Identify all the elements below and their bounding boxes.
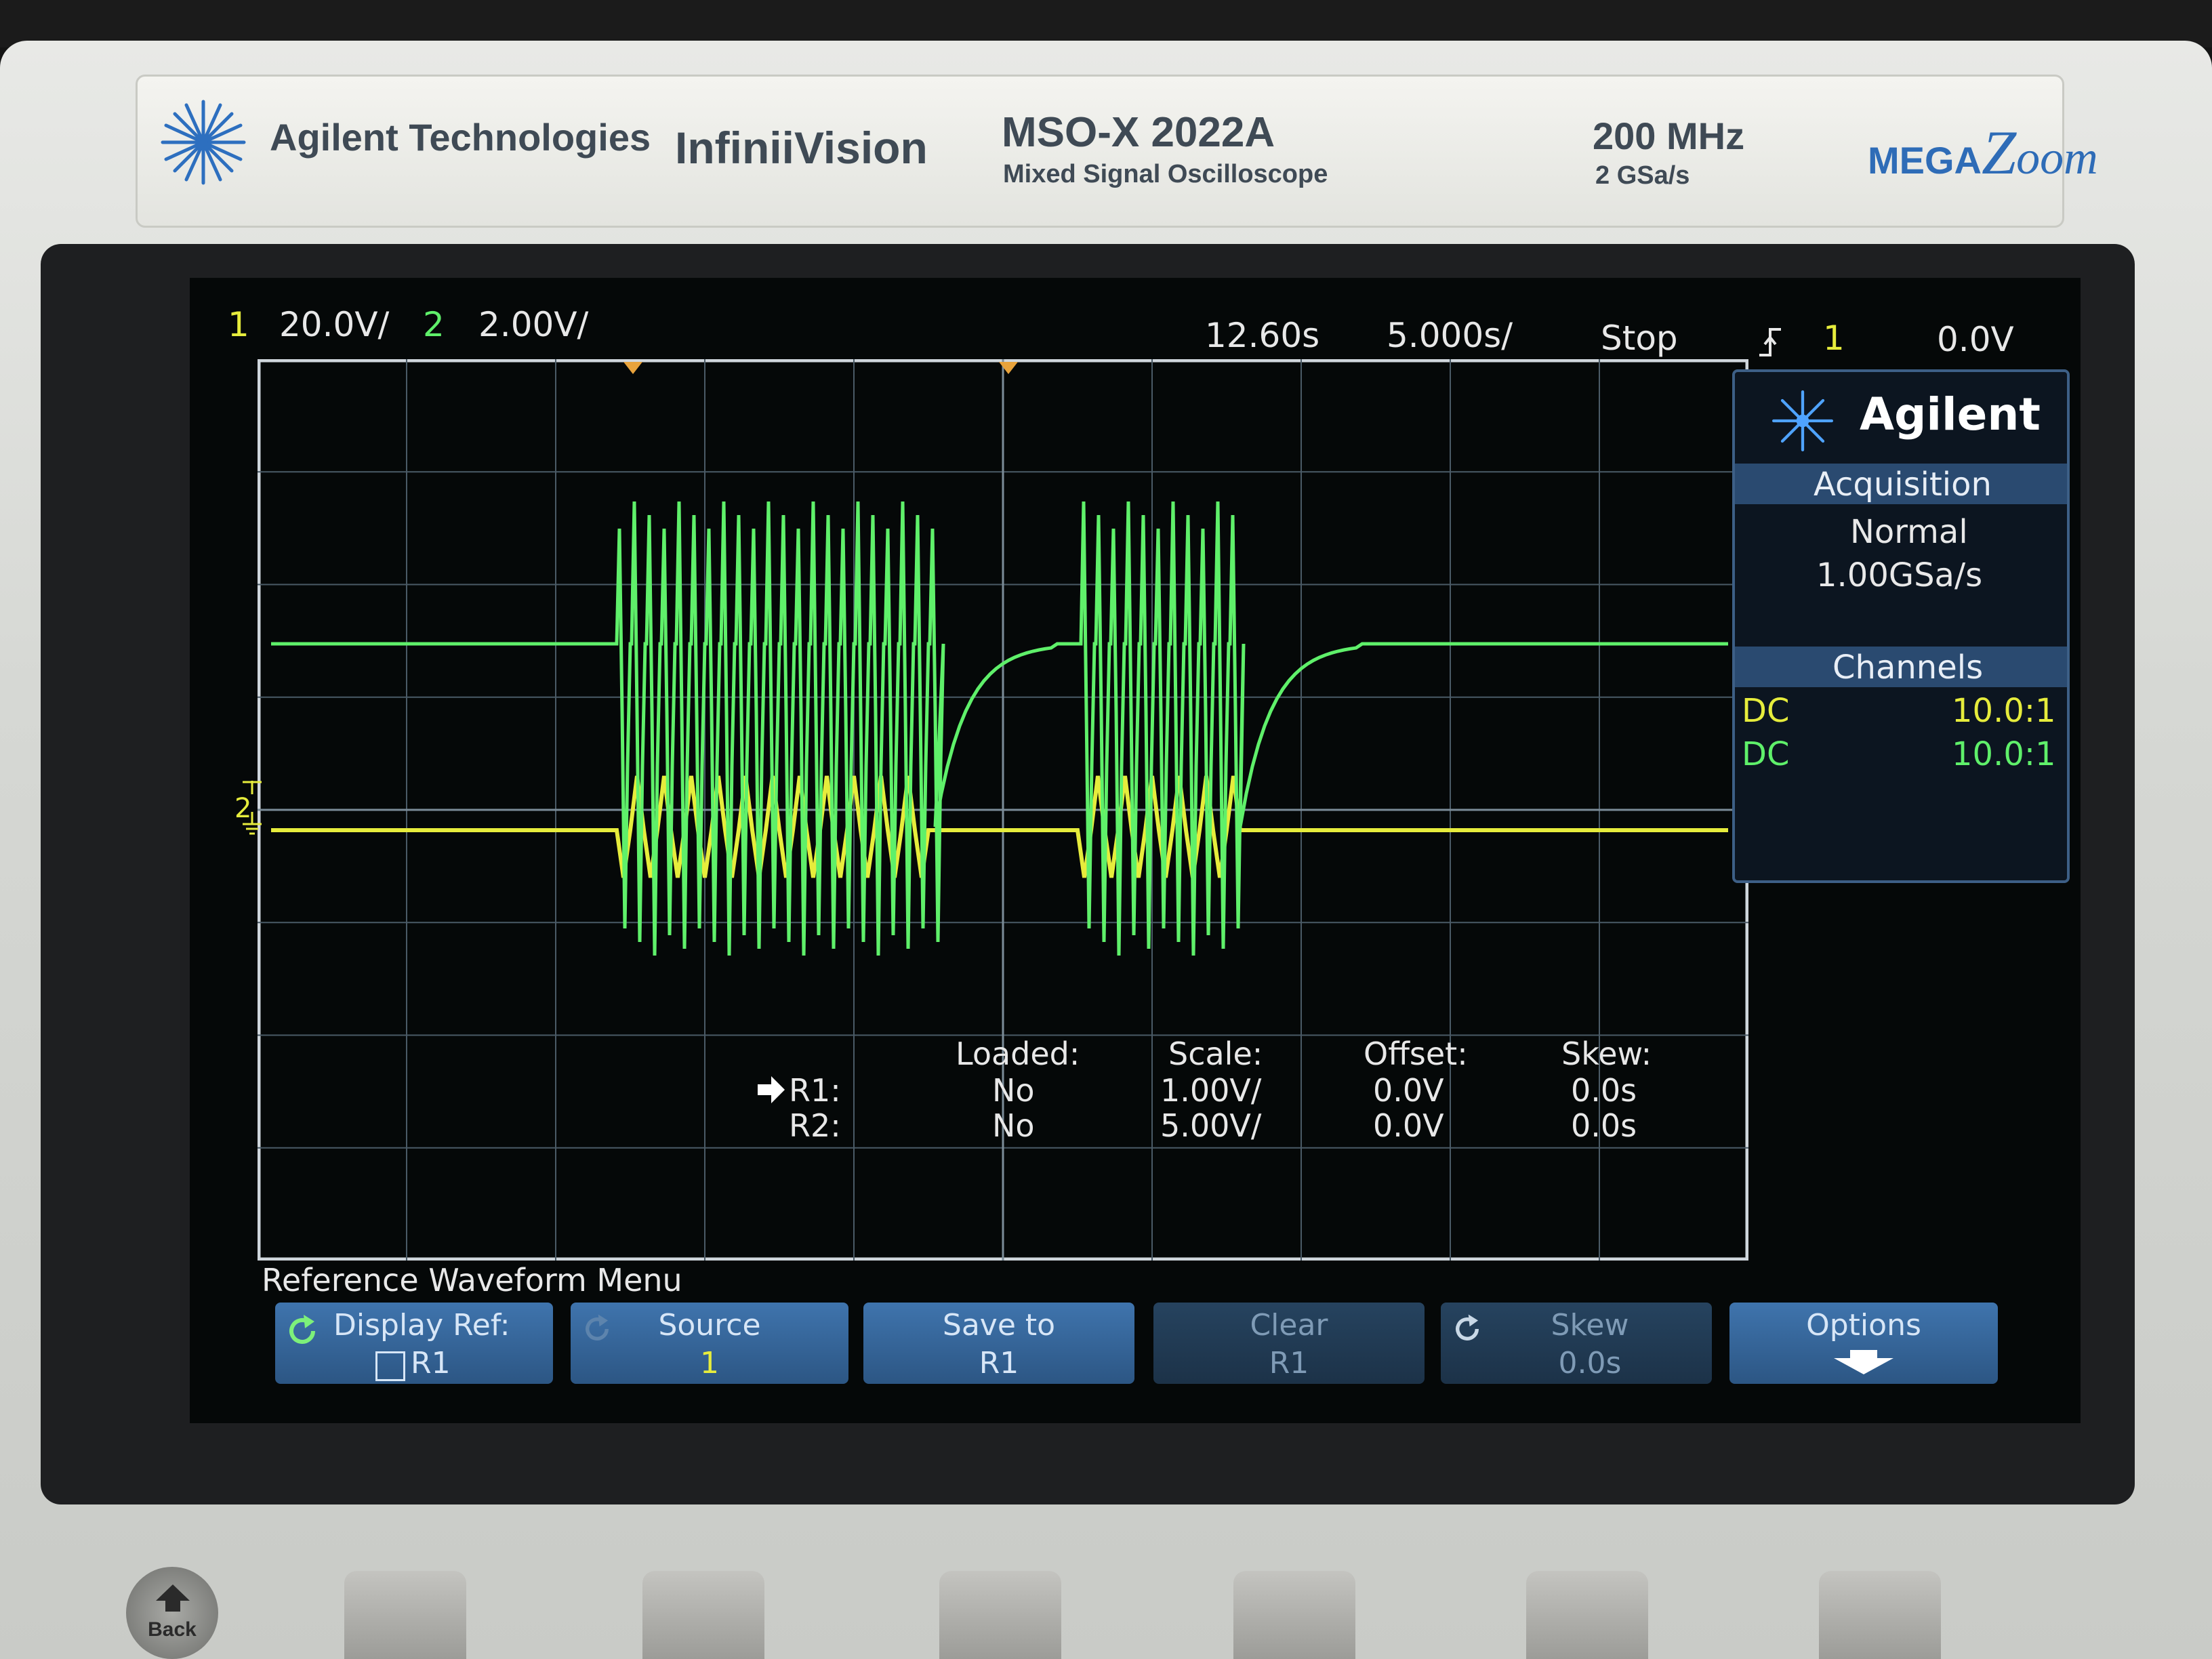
ref-row-r1-name[interactable]: R1: xyxy=(789,1072,841,1109)
softkey-source-value: 1 xyxy=(700,1346,719,1380)
megazoom-z: Z xyxy=(1982,118,2017,187)
hardware-softkey-2[interactable] xyxy=(642,1571,764,1659)
ref-header-offset: Offset: xyxy=(1364,1036,1468,1072)
info-side-panel: Agilent Acquisition Normal 1.00GSa/s Cha… xyxy=(1732,369,2070,883)
run-state[interactable]: Stop xyxy=(1601,319,1678,358)
softkey-options[interactable]: Options xyxy=(1729,1303,1998,1384)
bandwidth-label: 200 MHz xyxy=(1593,115,1745,157)
series-name: InfiniiVision xyxy=(675,123,928,173)
ch1-number: 1 xyxy=(228,305,249,344)
ground-reference-icon xyxy=(243,781,262,835)
hardware-softkey-6[interactable] xyxy=(1819,1571,1941,1659)
softkey-source[interactable]: Source 1 xyxy=(571,1303,848,1384)
acquisition-rate: 1.00GSa/s xyxy=(1816,556,1983,594)
arrow-up-icon xyxy=(156,1584,190,1612)
softkey-display-ref[interactable]: Display Ref: R1 xyxy=(275,1303,553,1384)
arrow-down-icon xyxy=(1834,1350,1893,1374)
display-ref-checkbox[interactable] xyxy=(375,1351,405,1381)
ref-row-r1-scale: 1.00V/ xyxy=(1160,1072,1262,1109)
model-description: Mixed Signal Oscilloscope xyxy=(1003,160,1328,188)
softkey-display-ref-value: R1 xyxy=(411,1346,451,1380)
softkey-save-to-value: R1 xyxy=(979,1346,1019,1380)
megazoom-mega: MEGA xyxy=(1868,139,1982,182)
trigger-level[interactable]: 0.0V xyxy=(1937,320,2014,359)
megazoom-logo: MEGAZoom xyxy=(1868,117,2098,188)
ref-row-r2-scale: 5.00V/ xyxy=(1160,1107,1262,1144)
ref-header-loaded: Loaded: xyxy=(956,1036,1080,1072)
softkey-clear[interactable]: Clear R1 xyxy=(1153,1303,1425,1384)
softkey-clear-value: R1 xyxy=(1269,1346,1309,1380)
hardware-softkey-1[interactable] xyxy=(344,1571,466,1659)
time-position[interactable]: 12.60s xyxy=(1205,316,1319,355)
back-button-label: Back xyxy=(148,1618,197,1641)
model-name: MSO-X 2022A xyxy=(1002,109,1275,156)
ch1-probe: 10.0:1 xyxy=(1952,692,2056,730)
back-button[interactable] xyxy=(126,1567,218,1659)
agilent-spark-small-icon xyxy=(1772,390,1833,451)
megazoom-oom: oom xyxy=(2016,132,2098,184)
acquisition-title: Acquisition xyxy=(1814,466,1992,504)
softkey-save-to[interactable]: Save to R1 xyxy=(863,1303,1134,1384)
hardware-softkey-3[interactable] xyxy=(939,1571,1061,1659)
delay-center-marker xyxy=(999,362,1018,374)
rotate-knob-icon xyxy=(289,1315,315,1344)
ch2-probe: 10.0:1 xyxy=(1952,735,2056,773)
menu-title: Reference Waveform Menu xyxy=(262,1262,682,1298)
ch2-number: 2 xyxy=(423,305,445,344)
softkey-options-label: Options xyxy=(1806,1308,1921,1343)
ref-row-r2-skew: 0.0s xyxy=(1571,1107,1637,1144)
ref-row-r2-name[interactable]: R2: xyxy=(789,1107,841,1144)
hardware-softkey-5[interactable] xyxy=(1526,1571,1648,1659)
softkey-skew[interactable]: Skew 0.0s xyxy=(1441,1303,1712,1384)
ref-row-r1-loaded: No xyxy=(992,1072,1035,1109)
agilent-spark-icon xyxy=(161,100,246,185)
trigger-position-marker xyxy=(623,362,642,374)
ch2-waveform xyxy=(271,501,1728,956)
ch2-coupling: DC xyxy=(1742,735,1790,773)
softkey-display-ref-label: Display Ref: xyxy=(333,1308,510,1343)
ref-row-r1-offset: 0.0V xyxy=(1373,1072,1444,1109)
ref-row-r2-loaded: No xyxy=(992,1107,1035,1144)
trigger-edge-icon xyxy=(1759,328,1781,356)
softkey-skew-label: Skew xyxy=(1551,1308,1629,1343)
selected-row-arrow-icon xyxy=(758,1076,785,1103)
time-scale[interactable]: 5.000s/ xyxy=(1387,316,1513,355)
ch1-waveform xyxy=(271,775,1728,878)
hardware-softkey-4[interactable] xyxy=(1233,1571,1355,1659)
ref-header-scale: Scale: xyxy=(1168,1036,1263,1072)
channels-title: Channels xyxy=(1832,649,1984,687)
softkey-skew-value: 0.0s xyxy=(1558,1346,1622,1380)
ref-row-r1-skew: 0.0s xyxy=(1571,1072,1637,1109)
company-name: Agilent Technologies xyxy=(270,116,651,159)
ch1-scale[interactable]: 20.0V/ xyxy=(279,305,389,344)
sample-rate-label: 2 GSa/s xyxy=(1595,161,1690,190)
trigger-source[interactable]: 1 xyxy=(1823,319,1845,358)
acquisition-mode: Normal xyxy=(1850,513,1968,551)
softkey-clear-label: Clear xyxy=(1250,1308,1328,1343)
ch2-scale[interactable]: 2.00V/ xyxy=(478,305,588,344)
panel-logo: Agilent xyxy=(1860,388,2041,441)
ref-row-r2-offset: 0.0V xyxy=(1373,1107,1444,1144)
softkey-source-label: Source xyxy=(658,1308,761,1343)
softkey-save-to-label: Save to xyxy=(942,1308,1056,1343)
ref-header-skew: Skew: xyxy=(1561,1036,1652,1072)
ch1-coupling: DC xyxy=(1742,692,1790,730)
